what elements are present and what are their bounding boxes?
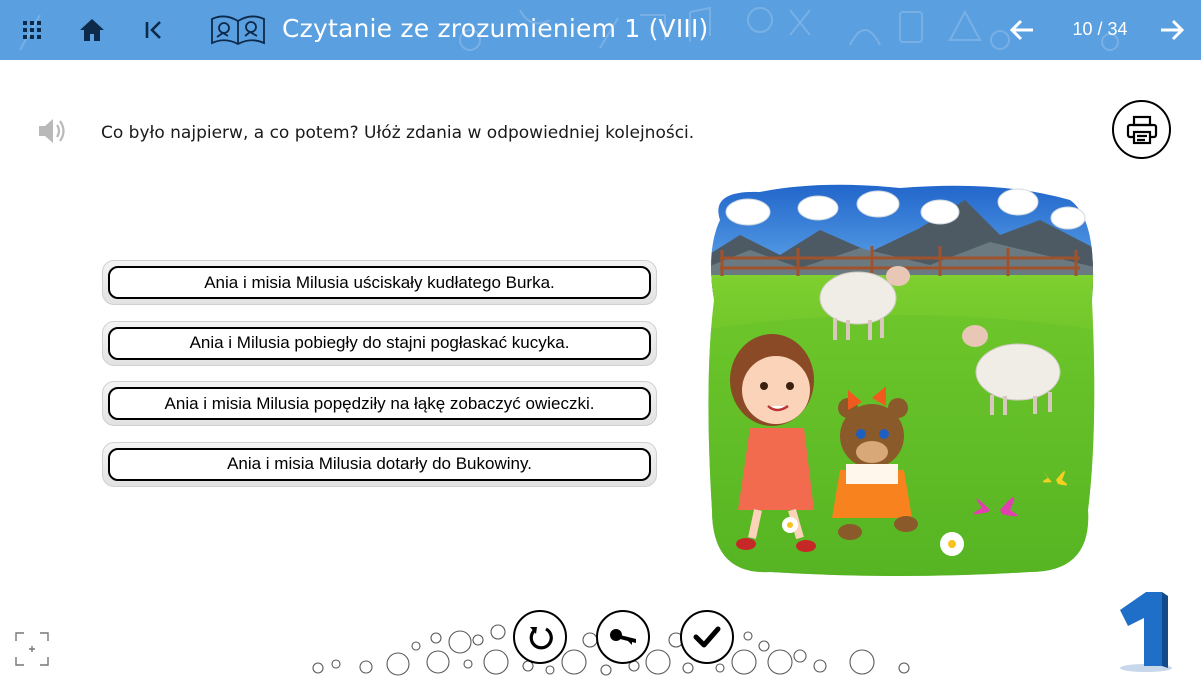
grid-menu-button[interactable] — [12, 10, 52, 50]
read-aloud-button[interactable] — [36, 116, 68, 146]
task-instruction: Co było najpierw, a co potem? Ułóż zdani… — [101, 123, 695, 143]
open-book-icon — [211, 15, 265, 46]
sentence-card-4[interactable]: Ania i misia Milusia dotarły do Bukowiny… — [102, 441, 657, 487]
previous-page-button[interactable] — [1002, 10, 1042, 50]
key-icon — [610, 629, 636, 645]
page-counter: 10 / 34 — [1072, 19, 1128, 39]
sentence-card-1[interactable]: Ania i misia Milusia uściskały kudłatego… — [102, 260, 657, 305]
top-bar: Czytanie ze zrozumieniem 1 (VIII) 10 / 3… — [0, 0, 1201, 60]
sentence-text: Ania i misia Milusia popędziły na łąkę z… — [108, 387, 651, 420]
show-answer-button[interactable] — [596, 610, 650, 664]
fullscreen-icon — [15, 632, 49, 666]
first-page-button[interactable] — [134, 10, 174, 50]
brand-logo: 1 — [1120, 592, 1172, 672]
arrow-left-icon — [1009, 19, 1033, 41]
sentence-card-3[interactable]: Ania i misia Milusia popędziły na łąkę z… — [102, 381, 657, 426]
reset-icon — [529, 627, 553, 650]
print-icon — [1126, 115, 1157, 144]
lesson-title: Czytanie ze zrozumieniem 1 (VIII) — [282, 14, 709, 43]
check-icon — [693, 626, 721, 648]
meadow-illustration — [708, 184, 1095, 577]
reset-button[interactable] — [513, 610, 567, 664]
check-button[interactable] — [680, 610, 734, 664]
home-button[interactable] — [72, 10, 112, 50]
arrow-right-icon — [1161, 19, 1185, 41]
fullscreen-button[interactable] — [15, 632, 49, 666]
book-logo — [208, 10, 268, 50]
first-page-icon — [145, 21, 161, 39]
sentence-card-2[interactable]: Ania i Milusia pobiegły do stajni pogłas… — [102, 320, 657, 366]
sentence-text: Ania i misia Milusia uściskały kudłatego… — [108, 266, 651, 299]
grid-menu-icon — [23, 21, 41, 39]
sentence-text: Ania i misia Milusia dotarły do Bukowiny… — [108, 447, 651, 481]
next-page-button[interactable] — [1152, 10, 1192, 50]
home-icon — [80, 19, 104, 41]
sentence-list: Ania i misia Milusia uściskały kudłatego… — [102, 260, 657, 502]
print-button[interactable] — [1112, 100, 1171, 159]
speaker-icon — [39, 119, 65, 143]
sentence-text: Ania i Milusia pobiegły do stajni pogłas… — [108, 326, 651, 360]
